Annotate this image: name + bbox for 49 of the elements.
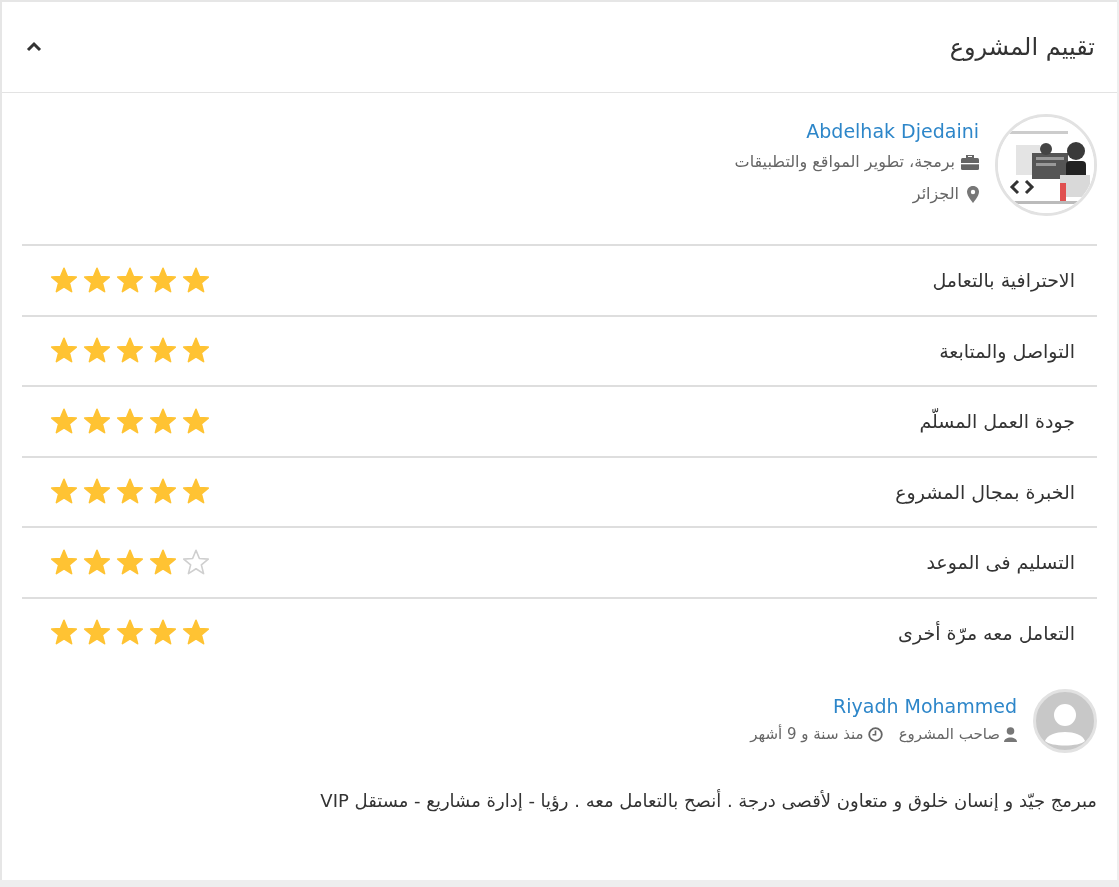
filled-star-icon	[50, 266, 78, 294]
filled-star-icon	[83, 266, 111, 294]
filled-star-icon	[83, 407, 111, 435]
filled-star-icon	[83, 478, 111, 506]
filled-star-icon	[149, 407, 177, 435]
filled-star-icon	[149, 266, 177, 294]
rating-label: الاحترافية بالتعامل	[932, 268, 1075, 294]
time-text: منذ سنة و 9 أشهر	[750, 723, 864, 745]
rating-label: التواصل والمتابعة	[939, 338, 1075, 365]
country-text: الجزائر	[912, 183, 959, 206]
empty-star-icon	[182, 548, 210, 576]
clock-icon	[867, 726, 883, 742]
user-avatar-icon	[1033, 689, 1097, 753]
filled-star-icon	[116, 337, 144, 365]
filled-star-icon	[149, 337, 177, 365]
freelancer-name-link[interactable]: Abdelhak Djedaini	[734, 117, 979, 145]
rating-label: التعامل معه مرّة أخرى	[898, 620, 1075, 647]
panel-title: تقييم المشروع	[949, 32, 1095, 63]
filled-star-icon	[182, 478, 210, 506]
filled-star-icon	[182, 407, 210, 435]
filled-star-icon	[50, 478, 78, 506]
location-pin-icon	[967, 185, 979, 203]
filled-star-icon	[83, 619, 111, 647]
filled-star-icon	[83, 548, 111, 576]
filled-star-icon	[116, 266, 144, 294]
role-text: صاحب المشروع	[898, 724, 1000, 745]
rating-label: التسليم فى الموعد	[926, 550, 1075, 576]
filled-star-icon	[50, 619, 78, 647]
briefcase-icon	[961, 154, 979, 170]
author-name-link[interactable]: Riyadh Mohammed	[750, 693, 1017, 719]
filled-star-icon	[83, 337, 111, 365]
filled-star-icon	[50, 548, 78, 576]
rating-label: جودة العمل المسلّم	[919, 407, 1075, 435]
filled-star-icon	[50, 337, 78, 365]
specialty-text: برمجة، تطوير المواقع والتطبيقات	[734, 151, 955, 174]
filled-star-icon	[182, 266, 210, 294]
user-icon	[1004, 726, 1017, 742]
filled-star-icon	[116, 548, 144, 576]
filled-star-icon	[116, 407, 144, 435]
filled-star-icon	[116, 478, 144, 506]
filled-star-icon	[50, 407, 78, 435]
filled-star-icon	[149, 478, 177, 506]
filled-star-icon	[182, 337, 210, 365]
filled-star-icon	[116, 619, 144, 647]
filled-star-icon	[149, 548, 177, 576]
filled-star-icon	[149, 619, 177, 647]
rating-label: الخبرة بمجال المشروع	[895, 479, 1075, 506]
filled-star-icon	[182, 619, 210, 647]
review-comment: مبرمج جيّد و إنسان خلوق و متعاون لأقصى درجة . أنصح بالتعامل معه . رؤيا - إدارة مشاريع - مستقل VIP	[319, 788, 1098, 814]
